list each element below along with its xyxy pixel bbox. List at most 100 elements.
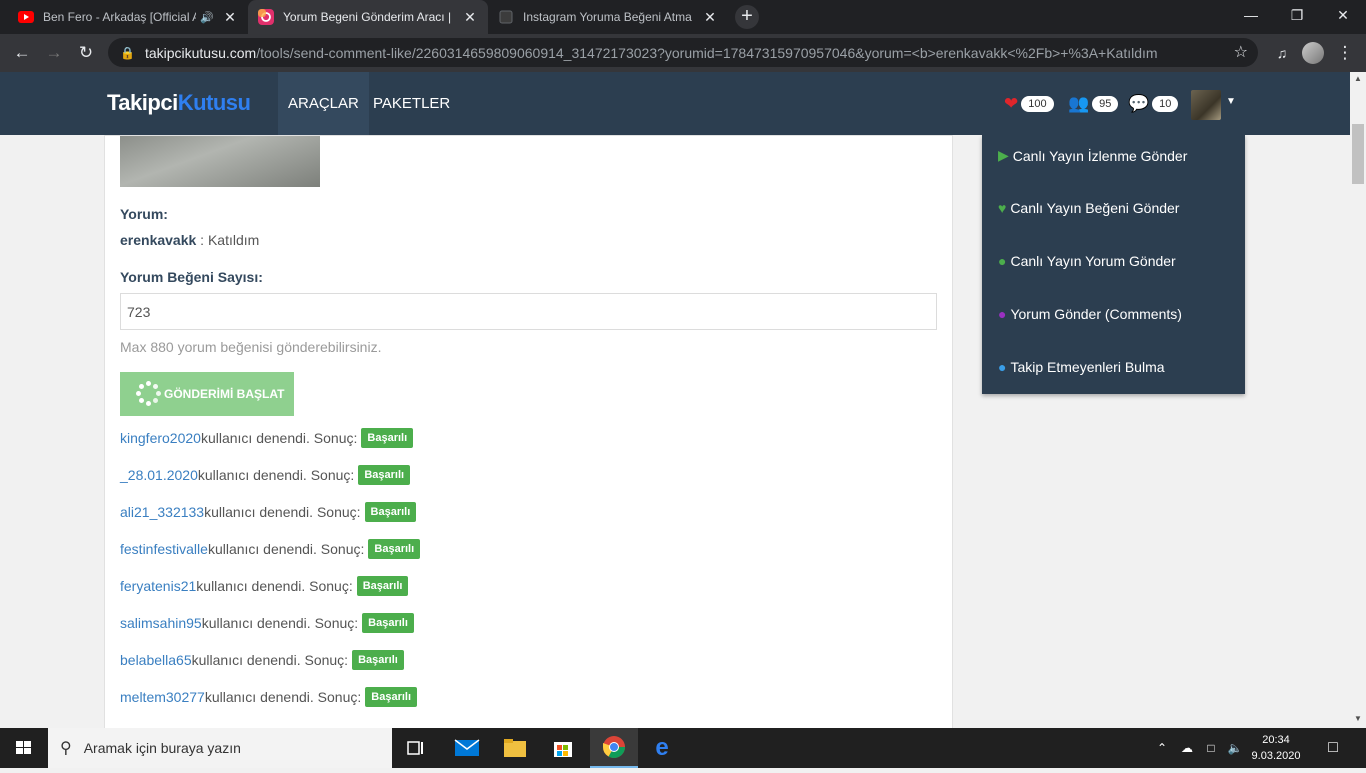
result-username-link[interactable]: meltem30277 <box>120 689 205 705</box>
play-circle-icon: ▶ <box>998 147 1009 163</box>
likes-counter[interactable]: ❤ 100 <box>1004 94 1054 114</box>
file-explorer-icon[interactable] <box>491 728 539 768</box>
nav-packages[interactable]: PAKETLER <box>363 72 460 135</box>
user-avatar[interactable] <box>1191 90 1221 120</box>
close-tab-icon[interactable]: ✕ <box>462 9 478 26</box>
result-text: kullanıcı denendi. Sonuç: <box>200 430 358 446</box>
profile-avatar-icon[interactable] <box>1302 42 1324 64</box>
back-icon[interactable]: ← <box>10 41 34 65</box>
comment-icon: ● <box>998 306 1007 322</box>
bookmark-star-icon[interactable]: ☆ <box>1234 42 1248 62</box>
media-control-icon[interactable]: ♫ <box>1270 41 1294 65</box>
users-icon: ● <box>998 359 1007 375</box>
lock-icon[interactable]: 🔒 <box>120 46 135 60</box>
success-badge: Başarılı <box>361 428 414 448</box>
notifications-icon[interactable]: □ <box>1318 728 1348 768</box>
windows-taskbar: ⚲ Aramak için buraya yazın e ⌃ ☁ □ 🔈 20:… <box>0 728 1366 768</box>
tab-instagram[interactable]: Instagram Yoruma Beğeni Atma İ ✕ <box>488 0 728 34</box>
success-badge: Başarılı <box>358 465 411 485</box>
page-scrollbar[interactable]: ▲ ▼ <box>1350 72 1366 728</box>
page-icon <box>499 10 513 24</box>
onedrive-icon[interactable]: ☁ <box>1176 728 1198 768</box>
tab-title: Yorum Begeni Gönderim Aracı | Ins <box>283 10 454 24</box>
taskbar-search-box[interactable]: ⚲ Aramak için buraya yazın <box>48 728 392 768</box>
heart-icon: ❤ <box>1004 94 1019 113</box>
minimize-icon[interactable]: — <box>1228 0 1274 30</box>
scrollbar-thumb[interactable] <box>1352 124 1364 184</box>
search-placeholder: Aramak için buraya yazın <box>83 740 241 756</box>
success-badge: Başarılı <box>368 539 421 559</box>
like-count-input[interactable]: 723 <box>120 293 937 330</box>
result-username-link[interactable]: belabella65 <box>120 652 192 668</box>
dd-unfollowers[interactable]: ● Takip Etmeyenleri Bulma <box>998 359 1165 375</box>
task-view-icon[interactable] <box>392 728 440 768</box>
start-button-label: GÖNDERİMİ BAŞLAT <box>164 387 285 401</box>
edge-icon[interactable]: e <box>638 728 686 768</box>
start-sending-button[interactable]: GÖNDERİMİ BAŞLAT <box>120 372 294 416</box>
count-label: Yorum Beğeni Sayısı: <box>120 269 263 285</box>
result-row: ali21_332133 kullanıcı denendi. Sonuç: Ba… <box>120 502 417 522</box>
result-row: kingfero2020 kullanıcı denendi. Sonuç: Ba… <box>120 428 414 448</box>
comment-icon: 💬 <box>1128 94 1150 113</box>
takipcikutusu-icon <box>258 9 274 25</box>
close-tab-icon[interactable]: ✕ <box>702 9 718 26</box>
result-username-link[interactable]: festinfestivalle <box>120 541 208 557</box>
result-text: kullanıcı denendi. Sonuç: <box>197 467 355 483</box>
address-bar[interactable]: 🔒 takipcikutusu.com/tools/send-comment-l… <box>108 38 1258 67</box>
scroll-up-icon[interactable]: ▲ <box>1350 74 1366 83</box>
result-username-link[interactable]: ali21_332133 <box>120 504 204 520</box>
chrome-icon[interactable] <box>590 728 638 768</box>
dd-live-like[interactable]: ♥ Canlı Yayın Beğeni Gönder <box>998 200 1179 216</box>
tab-title: Ben Fero - Arkadaş [Official A <box>43 10 197 24</box>
clock-time: 20:34 <box>1262 734 1290 746</box>
result-text: kullanıcı denendi. Sonuç: <box>201 615 359 631</box>
post-thumbnail <box>120 136 320 187</box>
youtube-icon <box>18 11 34 23</box>
volume-icon[interactable]: 🔈 <box>1224 728 1246 768</box>
tab-youtube[interactable]: Ben Fero - Arkadaş [Official A 🔊 ✕ <box>8 0 248 34</box>
tray-chevron-icon[interactable]: ⌃ <box>1152 728 1172 768</box>
reload-icon[interactable]: ↻ <box>74 41 98 65</box>
result-username-link[interactable]: _28.01.2020 <box>120 467 198 483</box>
result-username-link[interactable]: salimsahin95 <box>120 615 202 631</box>
scroll-down-icon[interactable]: ▼ <box>1350 714 1366 723</box>
url-path: /tools/send-comment-like/226031465980906… <box>256 44 1158 61</box>
store-icon[interactable] <box>539 728 587 768</box>
chevron-down-icon[interactable]: ▼ <box>1226 96 1236 107</box>
result-username-link[interactable]: kingfero2020 <box>120 430 201 446</box>
browser-tabstrip: Ben Fero - Arkadaş [Official A 🔊 ✕ Yorum… <box>0 0 1366 34</box>
taskbar-clock[interactable]: 20:34 9.03.2020 <box>1246 732 1306 764</box>
site-logo[interactable]: TakipciKutusu <box>107 90 251 116</box>
result-row: meltem30277 kullanıcı denendi. Sonuç: Baş… <box>120 687 418 707</box>
success-badge: Başarılı <box>362 613 414 633</box>
followers-counter[interactable]: 👥 95 <box>1068 94 1119 114</box>
dd-live-comment[interactable]: ● Canlı Yayın Yorum Gönder <box>998 253 1176 269</box>
browser-toolbar: ← → ↻ 🔒 takipcikutusu.com/tools/send-com… <box>0 34 1366 72</box>
forward-icon[interactable]: → <box>42 41 66 65</box>
windows-start-button[interactable] <box>0 728 48 768</box>
dd-live-view[interactable]: ▶ Canlı Yayın İzlenme Gönder <box>998 147 1187 164</box>
comment-body: : Katıldım <box>196 232 260 248</box>
url-host: takipcikutusu.com <box>144 44 257 61</box>
restore-icon[interactable]: ❐ <box>1274 0 1320 30</box>
result-text: kullanıcı denendi. Sonuç: <box>191 652 349 668</box>
result-username-link[interactable]: feryatenis21 <box>120 578 196 594</box>
result-row: festinfestivalle kullanıcı denendi. Sonu… <box>120 539 421 559</box>
nav-tools[interactable]: ARAÇLAR <box>278 72 369 135</box>
comments-counter[interactable]: 💬 10 <box>1128 94 1179 114</box>
likes-count: 100 <box>1021 96 1054 112</box>
followers-count: 95 <box>1092 96 1119 112</box>
audio-icon[interactable]: 🔊 <box>200 11 214 24</box>
dd-send-comment[interactable]: ● Yorum Gönder (Comments) <box>998 306 1182 322</box>
menu-dots-icon[interactable]: ⋮ <box>1333 41 1357 65</box>
comments-icon: ● <box>998 253 1007 269</box>
heartbeat-icon: ♥ <box>998 200 1007 216</box>
new-tab-button[interactable]: + <box>735 5 759 29</box>
comment-label: Yorum: <box>120 206 168 222</box>
network-icon[interactable]: □ <box>1200 728 1222 768</box>
tab-yorum-begeni[interactable]: Yorum Begeni Gönderim Aracı | Ins ✕ <box>248 0 488 34</box>
close-window-icon[interactable]: ✕ <box>1320 0 1366 30</box>
mail-icon[interactable] <box>443 728 491 768</box>
close-tab-icon[interactable]: ✕ <box>222 9 238 26</box>
result-text: kullanıcı denendi. Sonuç: <box>204 504 361 520</box>
